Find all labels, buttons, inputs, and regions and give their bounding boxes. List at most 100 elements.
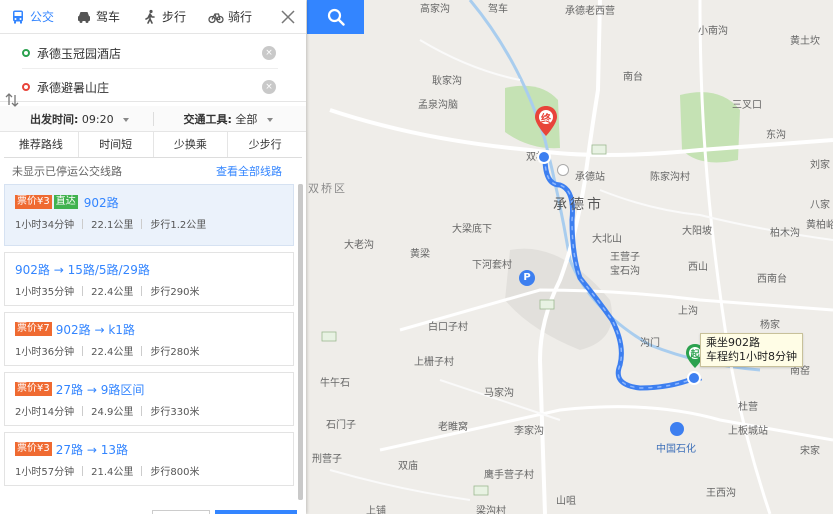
map-label: 大北山	[592, 234, 622, 245]
fare-badge: 票价¥3	[15, 382, 52, 396]
map-label: 八家	[810, 200, 830, 211]
map-label: 黄梁	[410, 249, 430, 260]
swap-icon[interactable]	[4, 92, 20, 108]
map-label: 王西沟	[706, 488, 736, 499]
map-label: 西南台	[757, 274, 787, 285]
results-scrollbar[interactable]	[298, 184, 303, 500]
tool-value: 全部	[235, 112, 258, 126]
route-result[interactable]: 票价¥7 902路 → k1路 1小时36分钟 22.4公里 步行280米	[4, 312, 294, 366]
mode-walk[interactable]: 步行	[132, 0, 198, 34]
bus-icon	[13, 10, 23, 23]
primary-button[interactable]	[215, 510, 297, 514]
map-label: 耿家沟	[432, 76, 462, 87]
start-input[interactable]	[37, 46, 247, 60]
map-label: 东沟	[766, 130, 786, 141]
bus-stop-icon[interactable]	[687, 371, 701, 385]
depart-label: 出发时间:	[30, 112, 79, 126]
mode-bike[interactable]: 骑行	[198, 0, 264, 34]
route-inputs: × ×	[0, 34, 306, 107]
map-label: 梁沟村	[476, 506, 506, 514]
route-result[interactable]: 票价¥3 27路 → 9路区间 2小时14分钟 24.9公里 步行330米	[4, 372, 294, 426]
fare-badge: 票价¥3	[15, 442, 52, 456]
tool-label: 交通工具:	[183, 112, 232, 126]
route-walk: 步行800米	[150, 467, 200, 478]
map-label: 小南沟	[698, 26, 728, 37]
depart-value: 09:20	[81, 112, 114, 126]
route-title: 902路 → 15路/5路/29路	[15, 262, 150, 277]
view-all-routes-link[interactable]: 查看全部线路	[216, 163, 282, 179]
route-distance: 22.4公里	[91, 347, 134, 358]
start-field[interactable]: ×	[22, 38, 278, 68]
end-marker-label: 终	[541, 114, 551, 125]
bottom-actions	[0, 506, 306, 514]
results-list: 票价¥3 直达 902路 1小时34分钟 22.1公里 步行1.2公里 902路…	[4, 184, 294, 492]
map-label: 黄土坎	[790, 36, 820, 47]
tab-fewer-transfers[interactable]: 少换乘	[154, 132, 229, 157]
search-icon	[327, 8, 345, 26]
tab-shortest-time[interactable]: 时间短	[79, 132, 154, 157]
mode-walk-label: 步行	[162, 10, 187, 24]
mode-car[interactable]: 驾车	[66, 0, 132, 34]
end-field[interactable]: ×	[22, 72, 278, 102]
route-walk: 步行280米	[150, 347, 200, 358]
map-label: 柏木沟	[770, 228, 800, 239]
map-label: 双庙	[398, 461, 418, 472]
bubble-line: 车程约1小时8分钟	[706, 350, 797, 363]
direct-badge: 直达	[53, 195, 78, 209]
map-label: 白口子村	[428, 322, 468, 333]
map-label: 山咀	[556, 496, 576, 507]
map-label: 承德老西营	[565, 6, 615, 17]
station-icon[interactable]	[557, 164, 569, 176]
mode-car-label: 驾车	[96, 10, 121, 24]
route-info-bubble: 乘坐902路 车程约1小时8分钟	[700, 333, 803, 367]
route-time: 2小时14分钟	[15, 407, 75, 418]
route-result[interactable]: 票价¥3 27路 → 13路 1小时57分钟 21.4公里 步行800米	[4, 432, 294, 486]
map-label: 西山	[688, 262, 708, 273]
map-label: 牛午石	[320, 378, 350, 389]
mode-bus[interactable]: 公交	[0, 0, 66, 34]
route-distance: 22.1公里	[91, 220, 134, 231]
map-label: 高家沟	[420, 4, 450, 15]
map-label: 大梁底下	[452, 224, 492, 235]
map-label: 承德站	[575, 172, 605, 183]
route-title: 27路 → 13路	[55, 442, 128, 457]
close-icon[interactable]	[278, 7, 298, 27]
tab-recommended[interactable]: 推荐路线	[4, 132, 79, 157]
chevron-down-icon	[123, 117, 130, 122]
clear-end-icon[interactable]: ×	[262, 80, 276, 94]
bus-stop-icon[interactable]	[537, 150, 551, 164]
end-marker-icon[interactable]: 终	[535, 106, 557, 139]
poi-sinopec-label[interactable]: 中国石化	[656, 440, 696, 455]
mode-bike-label: 骑行	[228, 10, 253, 24]
sort-tabs: 推荐路线 时间短 少换乘 少步行	[4, 132, 302, 158]
map-label: 宝石沟	[610, 266, 640, 277]
notice-text: 未显示已停运公交线路	[12, 165, 122, 178]
end-dot-icon	[22, 83, 30, 91]
scrollbar-thumb[interactable]	[298, 184, 303, 500]
route-result[interactable]: 902路 → 15路/5路/29路 1小时35分钟 22.4公里 步行290米	[4, 252, 294, 306]
walk-icon	[145, 9, 155, 24]
route-walk: 步行290米	[150, 287, 200, 298]
depart-time-select[interactable]: 出发时间: 09:20	[0, 111, 153, 127]
route-distance: 21.4公里	[91, 467, 134, 478]
map-label: 黄柏峪	[806, 220, 833, 231]
map-label: 上板城站	[728, 426, 768, 437]
gas-station-icon[interactable]	[670, 422, 684, 436]
route-title: 902路 → k1路	[55, 322, 135, 337]
route-result[interactable]: 票价¥3 直达 902路 1小时34分钟 22.1公里 步行1.2公里	[4, 184, 294, 246]
route-title: 902路	[83, 195, 119, 210]
map-label: 杜营	[738, 402, 758, 413]
transport-tool-select[interactable]: 交通工具: 全部	[154, 111, 307, 127]
parking-icon[interactable]: P	[519, 270, 535, 286]
clear-start-icon[interactable]: ×	[262, 46, 276, 60]
tab-less-walking[interactable]: 少步行	[228, 132, 302, 157]
search-button[interactable]	[307, 0, 364, 34]
fare-badge: 票价¥3	[15, 195, 52, 209]
car-icon	[78, 11, 91, 23]
end-input[interactable]	[37, 80, 247, 94]
route-walk: 步行1.2公里	[150, 220, 207, 231]
map-label: 老睢窝	[438, 422, 468, 433]
chevron-down-icon	[266, 117, 273, 122]
fare-badge: 票价¥7	[15, 322, 52, 336]
secondary-button[interactable]	[152, 510, 210, 514]
